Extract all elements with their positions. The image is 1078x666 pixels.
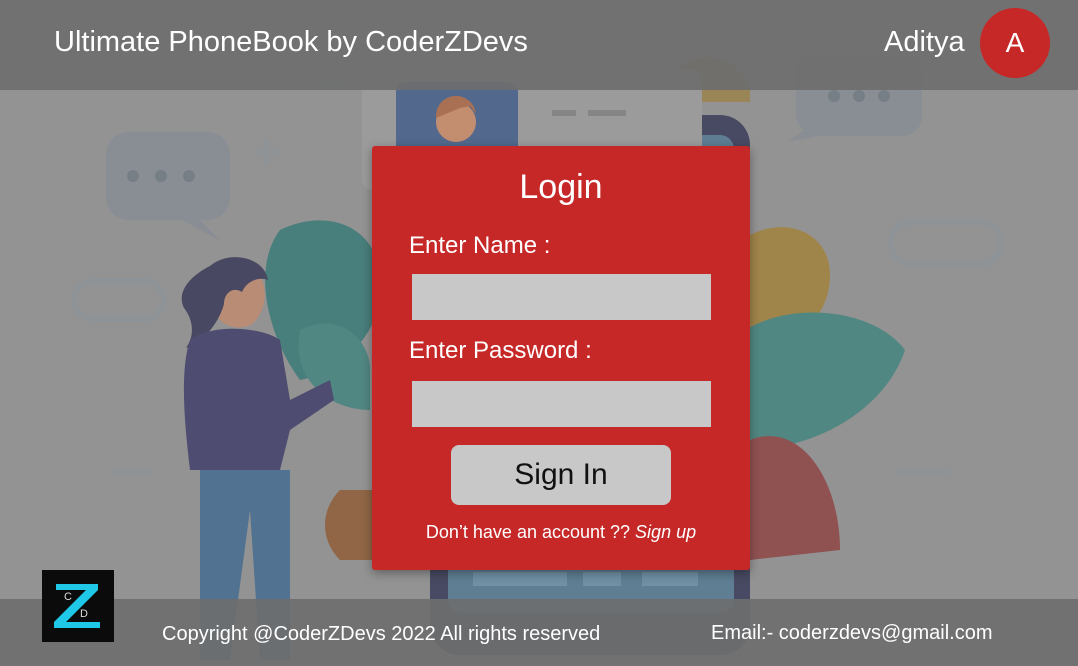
footer-bar: Copyright @CoderZDevs 2022 All rights re… xyxy=(0,599,1078,666)
name-label: Enter Name : xyxy=(409,232,551,259)
coderzdevs-logo: C D xyxy=(42,570,114,642)
sign-in-button[interactable]: Sign In xyxy=(451,445,671,505)
password-input[interactable] xyxy=(412,381,711,427)
name-input[interactable] xyxy=(412,274,711,320)
login-card: Login Enter Name : Enter Password : Sign… xyxy=(372,146,750,570)
copyright-text: Copyright @CoderZDevs 2022 All rights re… xyxy=(162,623,601,645)
signup-prompt-line: Don’t have an account ?? Sign up xyxy=(372,522,750,543)
signup-prompt: Don’t have an account ?? xyxy=(425,522,636,542)
password-label: Enter Password : xyxy=(409,337,592,364)
app-title: Ultimate PhoneBook by CoderZDevs xyxy=(54,26,528,58)
logo-letter-top: C xyxy=(64,591,72,603)
contact-email: Email:- coderzdevs@gmail.com xyxy=(711,622,993,644)
user-name: Aditya xyxy=(884,26,965,58)
avatar[interactable]: A xyxy=(980,8,1050,78)
top-bar: Ultimate PhoneBook by CoderZDevs Aditya … xyxy=(0,0,1078,90)
signup-link[interactable]: Sign up xyxy=(635,522,696,542)
login-title: Login xyxy=(519,168,603,206)
logo-letter-bottom: D xyxy=(80,608,88,620)
